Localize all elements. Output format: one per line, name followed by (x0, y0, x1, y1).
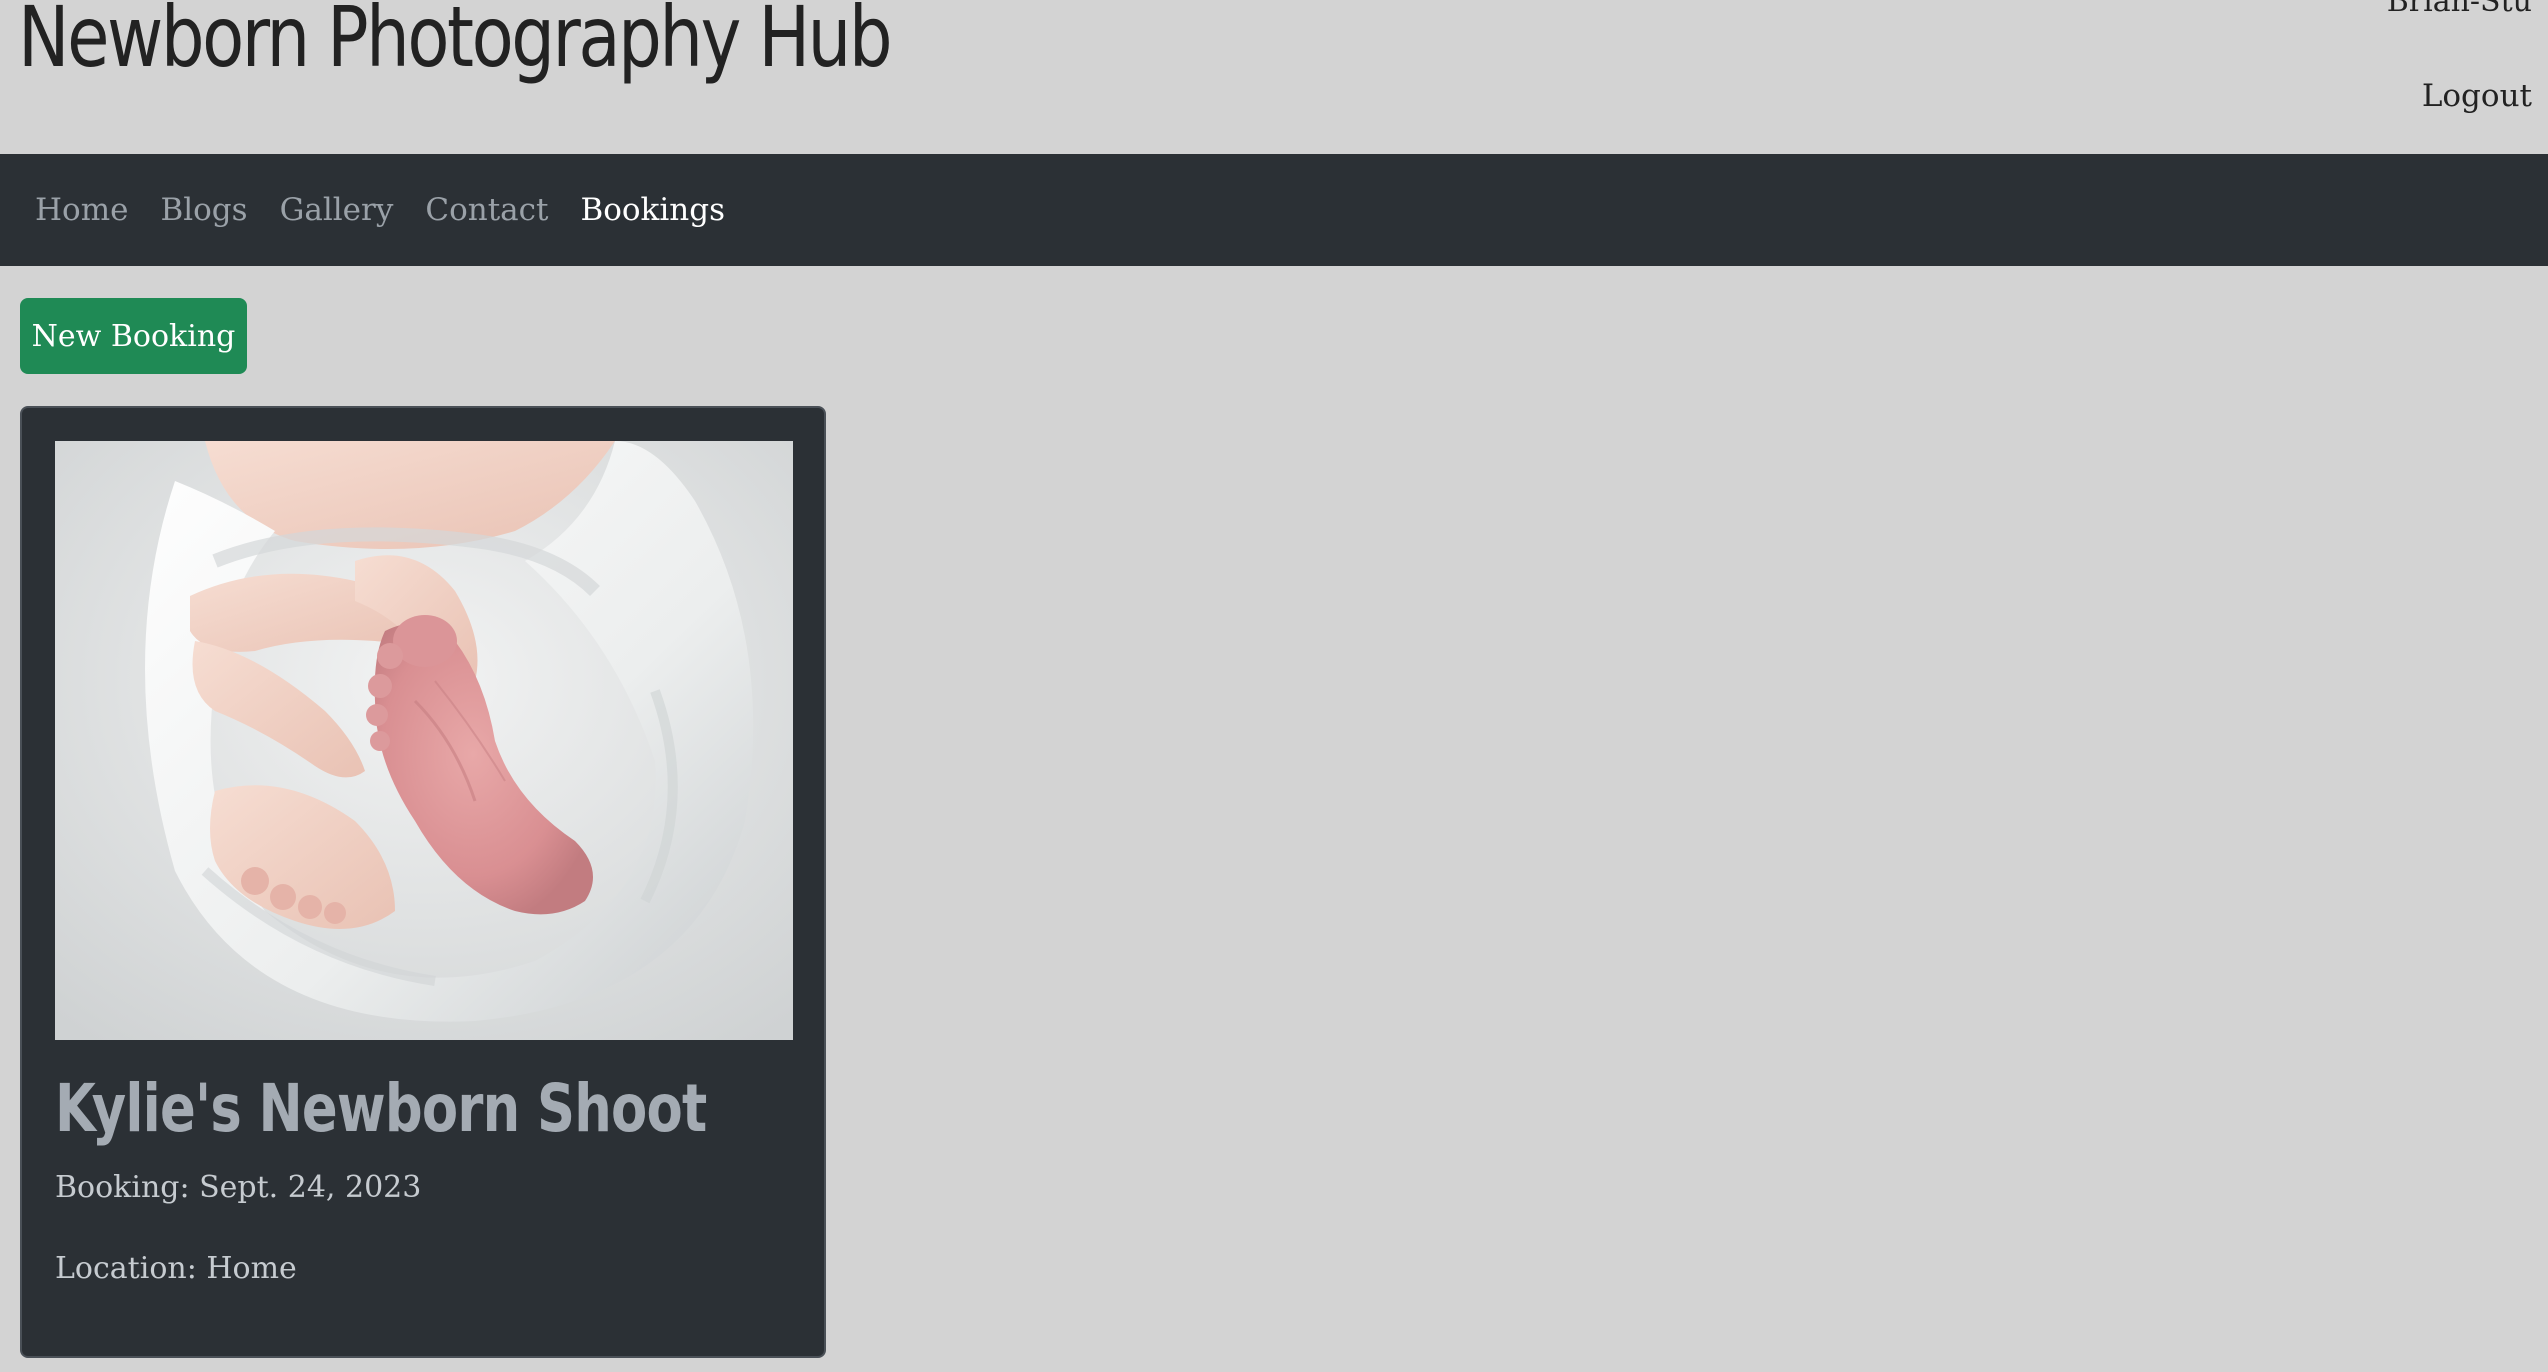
nav-item-contact[interactable]: Contact (425, 192, 548, 228)
booking-card-title: Kylie's Newborn Shoot (55, 1070, 707, 1147)
nav-item-blogs[interactable]: Blogs (160, 192, 247, 228)
booking-card-date: Booking: Sept. 24, 2023 (55, 1170, 422, 1205)
booking-card-image (55, 441, 793, 1040)
nav-item-gallery[interactable]: Gallery (280, 192, 394, 228)
site-title: Newborn Photography Hub (18, 0, 893, 86)
nav-item-bookings[interactable]: Bookings (580, 192, 725, 228)
newborn-feet-photo (55, 441, 793, 1040)
nav-item-home[interactable]: Home (35, 192, 128, 228)
main-navbar: Home Blogs Gallery Contact Bookings (0, 154, 2548, 266)
user-name: Brian-Stu (2386, 0, 2532, 19)
site-header: Newborn Photography Hub Brian-Stu Logout (0, 0, 2548, 154)
logout-link[interactable]: Logout (2422, 78, 2532, 114)
booking-card-location: Location: Home (55, 1251, 297, 1286)
booking-card[interactable]: Kylie's Newborn Shoot Booking: Sept. 24,… (20, 406, 826, 1358)
new-booking-button[interactable]: New Booking (20, 298, 247, 374)
